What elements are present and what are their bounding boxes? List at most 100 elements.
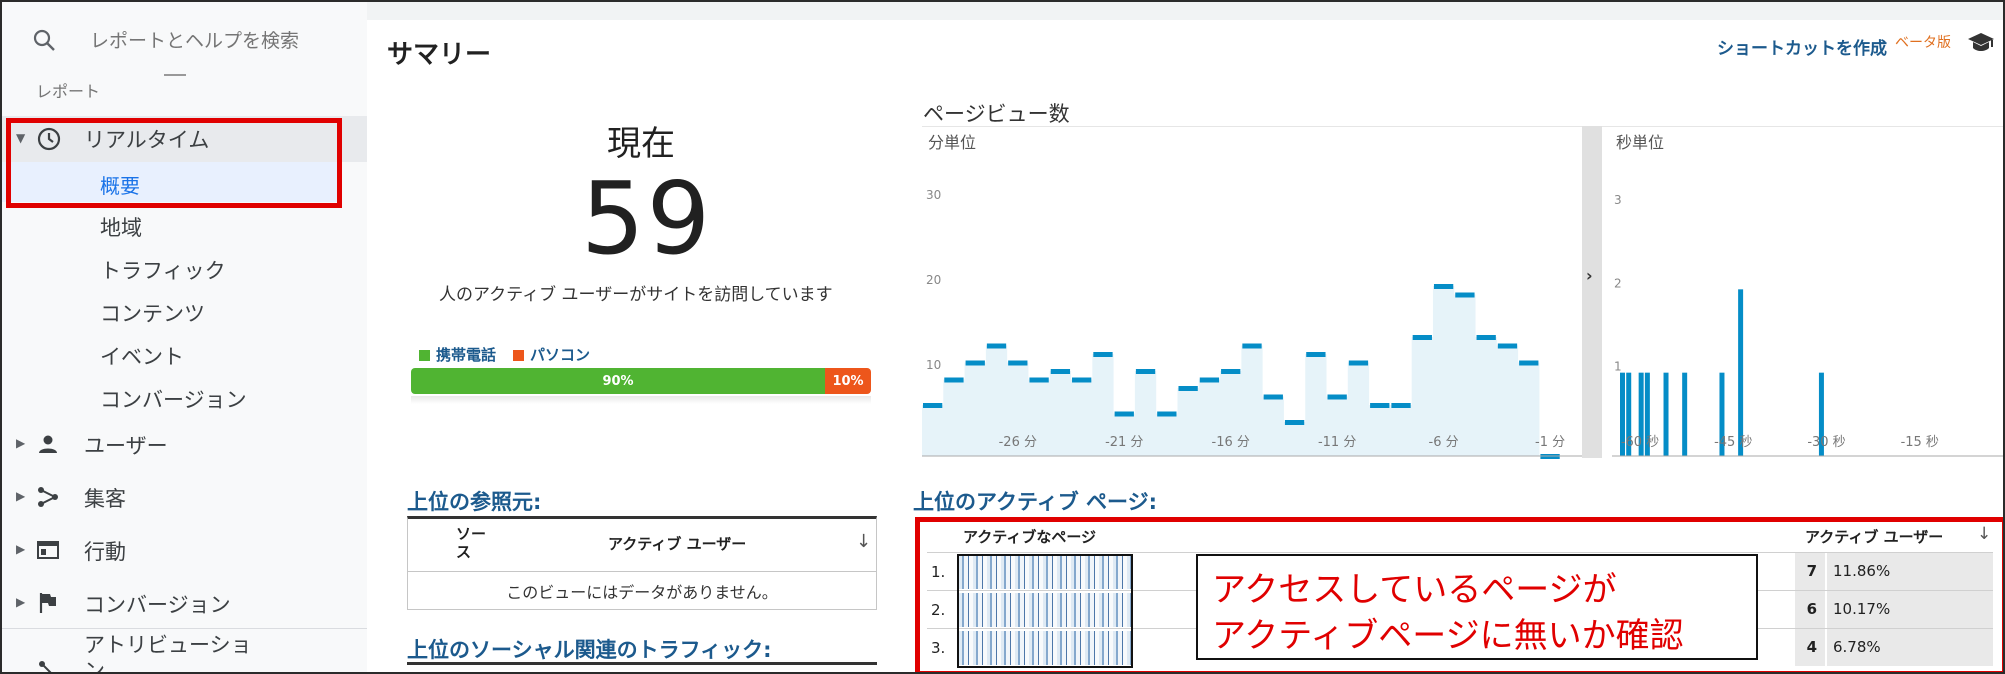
acquisition-icon bbox=[38, 487, 58, 507]
divider bbox=[407, 662, 877, 665]
chevron-right-icon: › bbox=[1586, 266, 1593, 285]
pageviews-charts: 分単位 10 20 30 -26 分 -21 分 -16 分 -11 分 -6 分 -1 分 › 秒単… bbox=[922, 126, 2003, 459]
mobile-share-segment: 90% bbox=[411, 368, 825, 394]
device-split-bar: 90% 10% bbox=[411, 368, 871, 394]
minute-bar bbox=[1306, 352, 1326, 357]
search-input[interactable]: レポートとヘルプを検索 bbox=[90, 26, 299, 53]
minute-bar bbox=[1519, 360, 1539, 366]
search-icon bbox=[33, 29, 55, 51]
x-tick-label: -15 秒 bbox=[1901, 435, 1939, 450]
sidebar-item-users[interactable]: ▶ ユーザー bbox=[2, 430, 367, 460]
sidebar-subitem-traffic[interactable]: トラフィック bbox=[100, 255, 226, 285]
sidebar-item-attribution[interactable]: アトリビューション bbox=[2, 632, 367, 674]
minute-bar bbox=[1029, 377, 1049, 383]
top-social-title: 上位のソーシャル関連のトラフィック: bbox=[407, 638, 772, 662]
caret-right-icon: ▶ bbox=[16, 542, 26, 556]
x-tick-label: -1 分 bbox=[1535, 435, 1565, 450]
x-tick-label: -21 分 bbox=[1105, 435, 1143, 450]
panel-separator bbox=[1582, 126, 1602, 458]
legend-desktop: パソコン bbox=[513, 344, 590, 365]
divider bbox=[2, 628, 367, 629]
minute-bar bbox=[1093, 352, 1113, 357]
y-tick-label: 20 bbox=[926, 273, 941, 287]
minute-area bbox=[922, 286, 1582, 456]
x-tick-label: -11 分 bbox=[1318, 435, 1356, 450]
minute-bar bbox=[1157, 411, 1177, 417]
minute-bar bbox=[1221, 369, 1241, 374]
sidebar-item-behavior[interactable]: ▶ 行動 bbox=[2, 536, 367, 566]
callout-line-1: アクセスしているページが bbox=[1212, 570, 1617, 610]
caret-right-icon: ▶ bbox=[16, 489, 26, 503]
x-tick-label: -45 秒 bbox=[1714, 435, 1752, 450]
minute-bar bbox=[944, 377, 964, 383]
minute-bar bbox=[1050, 369, 1071, 374]
second-bar bbox=[1682, 372, 1688, 456]
sort-arrow-icon[interactable]: ↓ bbox=[856, 531, 871, 552]
analytics-window: レポートとヘルプを検索 レポート ▼ リアルタイム 概要 地域 トラフィック コ… bbox=[0, 0, 2005, 674]
minute-bar bbox=[1497, 343, 1518, 349]
second-bar bbox=[1738, 289, 1744, 456]
minute-bar bbox=[1199, 377, 1220, 383]
minute-bar bbox=[965, 360, 985, 366]
minute-chart-title: 分単位 bbox=[928, 133, 976, 152]
legend-swatch bbox=[419, 350, 430, 361]
minute-bar bbox=[1433, 284, 1454, 289]
minute-bar bbox=[1114, 411, 1134, 417]
sidebar-item-label: 集客 bbox=[84, 487, 126, 511]
minute-bar bbox=[1391, 403, 1411, 408]
highlight-box bbox=[6, 118, 342, 208]
second-bar bbox=[1663, 372, 1669, 456]
sidebar-subitem-events[interactable]: イベント bbox=[100, 341, 184, 371]
y-tick-label: 30 bbox=[926, 188, 941, 202]
divider bbox=[164, 74, 186, 76]
sidebar-item-label: ユーザー bbox=[84, 434, 168, 458]
sidebar-item-label: 行動 bbox=[84, 540, 126, 564]
caret-right-icon: ▶ bbox=[16, 436, 26, 450]
sidebar-subitem-location[interactable]: 地域 bbox=[100, 212, 142, 242]
column-header-active-users[interactable]: アクティブ ユーザー bbox=[608, 533, 746, 554]
x-tick-label: -26 分 bbox=[999, 435, 1037, 450]
minute-bar bbox=[1327, 394, 1347, 400]
minute-bar bbox=[1178, 386, 1198, 391]
desktop-share-segment: 10% bbox=[825, 368, 871, 394]
create-shortcut-link[interactable]: ショートカットを作成 bbox=[1717, 34, 1887, 59]
legend-mobile: 携帯電話 bbox=[419, 344, 496, 365]
caret-right-icon: ▶ bbox=[16, 595, 26, 609]
sidebar-search[interactable]: レポートとヘルプを検索 bbox=[2, 2, 367, 78]
attribution-icon bbox=[39, 661, 52, 672]
referrers-table: ソース アクティブ ユーザー ↓ このビューにはデータがありません。 bbox=[407, 516, 877, 610]
now-label: 現在 bbox=[607, 124, 675, 164]
sidebar-item-label: アトリビューション bbox=[84, 632, 252, 674]
beta-badge: ベータ版 bbox=[1895, 35, 1951, 51]
sidebar-item-acquisition[interactable]: ▶ 集客 bbox=[2, 483, 367, 513]
column-header-source[interactable]: ソース bbox=[456, 525, 496, 561]
legend-label: 携帯電話 bbox=[436, 346, 497, 364]
x-tick-label: -16 分 bbox=[1212, 435, 1250, 450]
y-tick-label: 2 bbox=[1614, 276, 1622, 290]
second-chart-title: 秒単位 bbox=[1616, 133, 1664, 152]
callout-line-2: アクティブページに無いか確認 bbox=[1212, 616, 1684, 656]
page-thumbnail-frame bbox=[957, 554, 1133, 668]
minute-bar bbox=[986, 343, 1007, 349]
bar-shadow bbox=[411, 396, 871, 404]
page-title: サマリー bbox=[387, 40, 492, 70]
minute-bar bbox=[1370, 403, 1390, 408]
minute-bar bbox=[1263, 394, 1283, 400]
legend-swatch bbox=[513, 350, 524, 361]
x-tick-label: -30 秒 bbox=[1807, 435, 1845, 450]
minute-bar bbox=[1412, 335, 1432, 340]
sidebar-item-conversions[interactable]: ▶ コンバージョン bbox=[2, 589, 367, 619]
empty-message: このビューにはデータがありません。 bbox=[506, 583, 778, 602]
sidebar-item-label-line2: ン bbox=[84, 659, 105, 674]
graduation-cap-icon[interactable] bbox=[1967, 32, 1995, 54]
sidebar-subitem-conversions[interactable]: コンバージョン bbox=[100, 384, 247, 414]
divider bbox=[408, 571, 876, 572]
flag-icon bbox=[39, 593, 56, 613]
active-user-count: 59 bbox=[581, 160, 713, 277]
y-tick-label: 1 bbox=[1614, 360, 1622, 374]
x-tick-label: -60 秒 bbox=[1621, 435, 1659, 450]
annotation-callout: アクセスしているページが アクティブページに無いか確認 bbox=[1196, 554, 1758, 660]
sidebar-subitem-content[interactable]: コンテンツ bbox=[100, 298, 205, 328]
minute-bar bbox=[923, 403, 943, 408]
pageviews-title: ページビュー数 bbox=[923, 102, 1070, 126]
